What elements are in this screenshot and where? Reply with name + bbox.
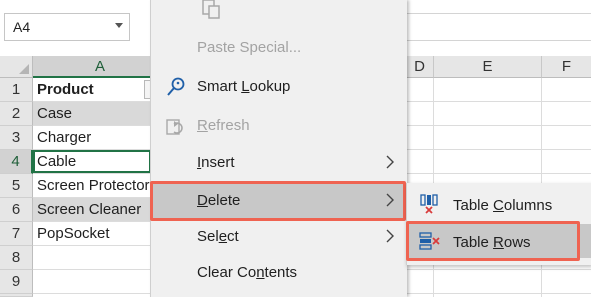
delete-table-rows-icon bbox=[419, 231, 441, 251]
menu-item-clear-contents[interactable]: Clear Contents bbox=[151, 256, 407, 290]
clipboard-icon bbox=[200, 0, 222, 20]
column-header-e[interactable]: E bbox=[434, 56, 542, 78]
menu-item-paste-icon-row bbox=[151, 0, 407, 34]
cell-a8[interactable] bbox=[33, 246, 151, 269]
row-header-2[interactable]: 2 bbox=[0, 102, 33, 126]
chevron-right-icon bbox=[385, 193, 395, 207]
delete-table-columns-icon bbox=[419, 194, 441, 214]
insert-label: Insert bbox=[197, 154, 235, 171]
cell-a3[interactable]: Charger bbox=[33, 126, 151, 149]
cell-a4-active[interactable]: Cable bbox=[33, 150, 151, 173]
select-all-button[interactable] bbox=[0, 56, 33, 78]
column-header-d[interactable]: D bbox=[406, 56, 434, 78]
name-box[interactable]: A4 bbox=[4, 13, 130, 41]
refresh-icon bbox=[165, 116, 187, 136]
row-header-5[interactable]: 5 bbox=[0, 174, 33, 198]
cell-a9[interactable] bbox=[33, 270, 151, 293]
chevron-down-icon[interactable] bbox=[115, 23, 123, 28]
row-header-1[interactable]: 1 bbox=[0, 78, 33, 102]
column-header-a[interactable]: A bbox=[33, 56, 168, 78]
row-header-3[interactable]: 3 bbox=[0, 126, 33, 150]
row-header-4[interactable]: 4 bbox=[0, 150, 33, 174]
cell-a7[interactable]: PopSocket bbox=[33, 222, 151, 245]
smart-lookup-label: Smart Lookup bbox=[197, 78, 291, 95]
refresh-label: Refresh bbox=[197, 117, 250, 134]
paste-special-label: Paste Special... bbox=[197, 39, 302, 56]
submenu-item-table-columns[interactable]: Table Columns bbox=[407, 187, 591, 221]
context-menu: Paste Special... Smart Lookup Refresh In… bbox=[150, 0, 407, 297]
cell-a6[interactable]: Screen Cleaner bbox=[33, 198, 151, 221]
menu-item-paste-special: Paste Special... bbox=[151, 31, 407, 65]
row-header-9[interactable]: 9 bbox=[0, 270, 33, 294]
chevron-right-icon bbox=[385, 229, 395, 243]
formula-input[interactable] bbox=[405, 13, 591, 41]
table-columns-label: Table Columns bbox=[453, 197, 553, 214]
row-header-8[interactable]: 8 bbox=[0, 246, 33, 270]
menu-item-smart-lookup[interactable]: Smart Lookup bbox=[151, 70, 407, 104]
delete-submenu: Table Columns Table Rows bbox=[406, 183, 591, 265]
table-rows-label: Table Rows bbox=[453, 234, 531, 251]
column-header-f[interactable]: F bbox=[542, 56, 591, 78]
menu-item-select[interactable]: Select bbox=[151, 220, 407, 254]
menu-item-insert[interactable]: Insert bbox=[151, 146, 407, 180]
row-header-7[interactable]: 7 bbox=[0, 222, 33, 246]
search-icon bbox=[165, 77, 187, 97]
cell-a1[interactable]: Product bbox=[33, 78, 151, 101]
cell-a5[interactable]: Screen Protector bbox=[33, 174, 151, 197]
menu-item-refresh: Refresh bbox=[151, 109, 407, 143]
cell-a2[interactable]: Case bbox=[33, 102, 151, 125]
name-box-value: A4 bbox=[13, 19, 31, 35]
select-label: Select bbox=[197, 228, 239, 245]
delete-label: Delete bbox=[197, 192, 241, 209]
clear-contents-label: Clear Contents bbox=[197, 264, 298, 281]
menu-item-delete[interactable]: Delete bbox=[151, 184, 407, 218]
submenu-item-table-rows[interactable]: Table Rows bbox=[407, 224, 591, 258]
row-header-6[interactable]: 6 bbox=[0, 198, 33, 222]
chevron-right-icon bbox=[385, 155, 395, 169]
